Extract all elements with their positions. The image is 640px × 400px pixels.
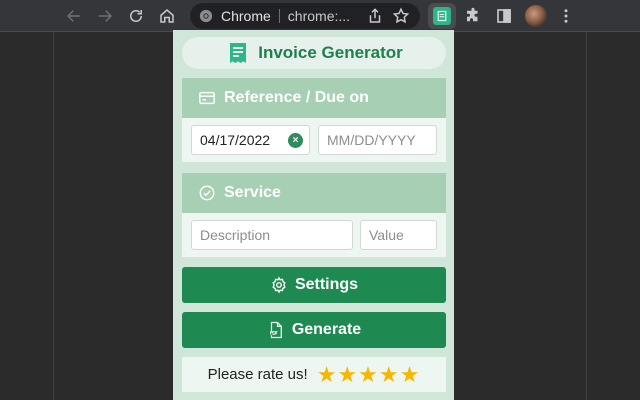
due-date-input[interactable]: MM/DD/YYYY: [318, 125, 437, 155]
omnibox-url: chrome:...: [287, 8, 351, 24]
invoice-extension-button[interactable]: [428, 3, 456, 29]
value-placeholder: Value: [369, 227, 404, 243]
service-section: Service Description Value: [182, 173, 446, 257]
page-border-right: [586, 32, 587, 400]
card-icon: [198, 89, 216, 107]
rating-star-icon[interactable]: ★: [337, 363, 357, 386]
clear-icon[interactable]: ×: [288, 133, 303, 148]
browser-toolbar: Chrome chrome:...: [0, 0, 640, 32]
gear-icon: [270, 276, 288, 294]
share-icon[interactable]: [366, 7, 384, 25]
reload-icon[interactable]: [124, 4, 148, 28]
chrome-icon: [199, 9, 213, 23]
service-header: Service: [182, 173, 446, 213]
value-input[interactable]: Value: [360, 220, 437, 250]
rate-label: Please rate us!: [207, 366, 308, 383]
settings-button[interactable]: Settings: [182, 267, 446, 303]
description-placeholder: Description: [200, 227, 271, 243]
forward-icon[interactable]: [93, 4, 117, 28]
rating-star-icon[interactable]: ★: [400, 363, 420, 386]
omnibox-site: Chrome: [221, 8, 271, 24]
generate-button[interactable]: Generate: [182, 312, 446, 348]
rating-star-icon[interactable]: ★: [317, 363, 337, 386]
popup-title: Invoice Generator: [258, 43, 403, 62]
reference-date-value: 04/17/2022: [200, 132, 271, 148]
omnibox[interactable]: Chrome chrome:...: [190, 3, 420, 29]
rating-stars[interactable]: ★ ★ ★ ★ ★: [317, 363, 421, 386]
check-circle-icon: [198, 184, 216, 202]
back-icon[interactable]: [62, 4, 86, 28]
pdf-file-icon: [267, 321, 285, 339]
service-heading: Service: [224, 184, 281, 201]
rating-star-icon[interactable]: ★: [379, 363, 399, 386]
receipt-icon: [433, 7, 451, 25]
description-input[interactable]: Description: [191, 220, 353, 250]
rate-bar: Please rate us! ★ ★ ★ ★ ★: [182, 357, 446, 392]
reference-heading: Reference / Due on: [224, 89, 369, 106]
reference-date-input[interactable]: 04/17/2022 ×: [191, 125, 310, 155]
popup-header: Invoice Generator: [182, 37, 446, 69]
due-date-placeholder: MM/DD/YYYY: [327, 132, 416, 148]
sidepanel-icon[interactable]: [492, 4, 516, 28]
reference-section: Reference / Due on 04/17/2022 × MM/DD/YY…: [182, 78, 446, 162]
reference-header: Reference / Due on: [182, 78, 446, 118]
receipt-icon: [225, 40, 251, 66]
kebab-icon[interactable]: [554, 4, 578, 28]
page-border-left: [53, 32, 54, 400]
avatar[interactable]: [525, 5, 547, 27]
generate-label: Generate: [291, 321, 362, 338]
rating-star-icon[interactable]: ★: [358, 363, 378, 386]
settings-label: Settings: [294, 276, 359, 293]
puzzle-icon[interactable]: [461, 4, 485, 28]
invoice-popup: Invoice Generator Reference / Due on 04/…: [173, 30, 454, 400]
star-icon[interactable]: [392, 7, 410, 25]
omnibox-divider: [278, 9, 280, 23]
home-icon[interactable]: [155, 4, 179, 28]
